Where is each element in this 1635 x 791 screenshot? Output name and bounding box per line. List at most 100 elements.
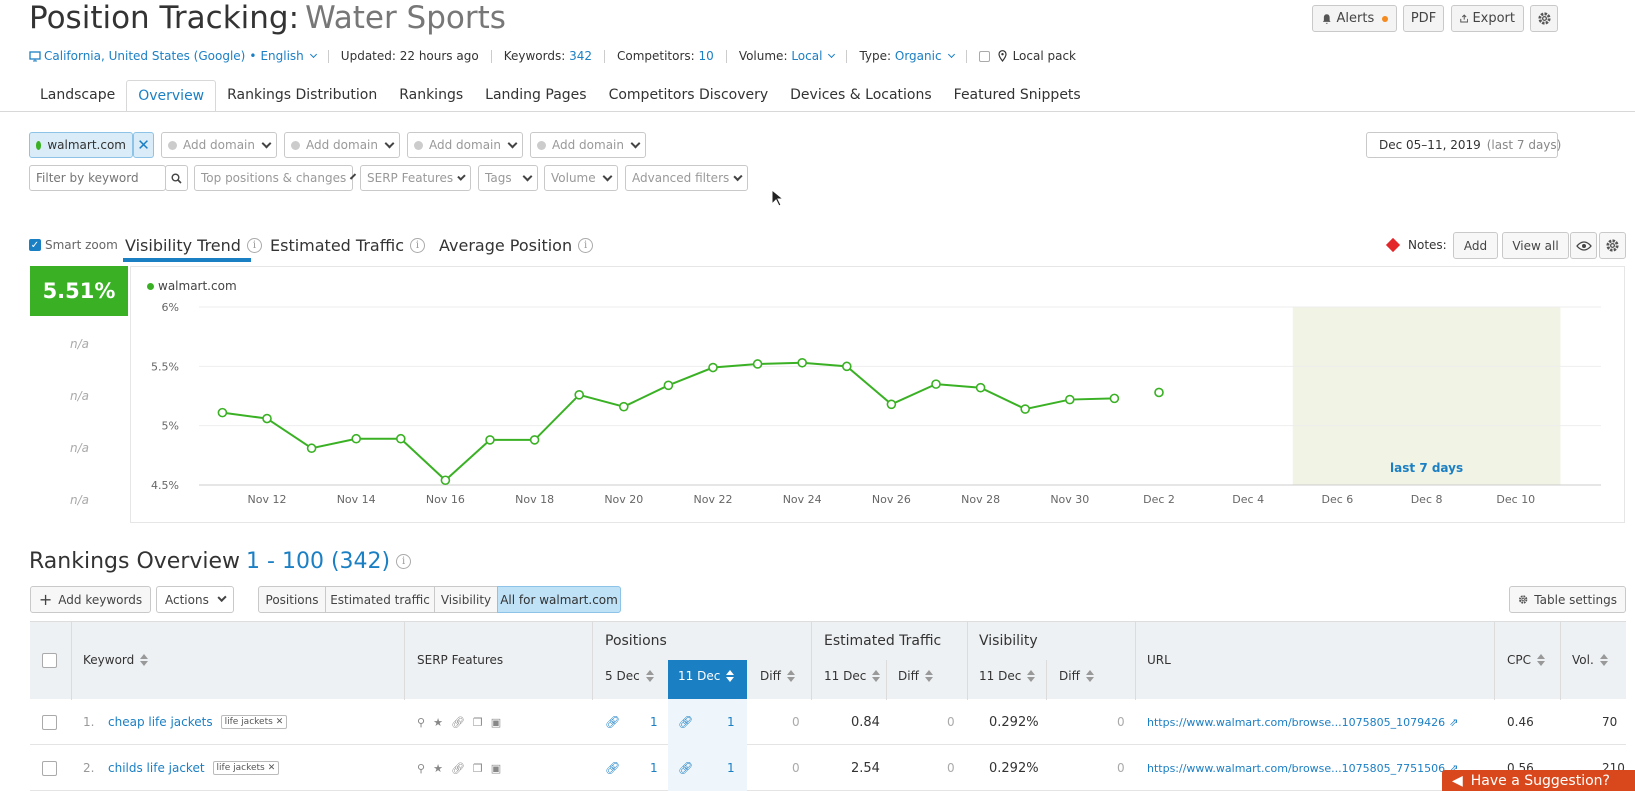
alerts-button[interactable]: Alerts [1312,5,1397,32]
column-traffic-diff[interactable]: Diff [898,669,933,683]
external-link-icon[interactable]: ⇗ [1449,716,1458,729]
settings-button[interactable] [1530,5,1558,32]
tab-rankings[interactable]: Rankings [388,80,474,112]
local-pack-checkbox[interactable] [978,50,990,62]
add-keywords-label: Add keywords [58,592,143,607]
column-vol[interactable]: Vol. [1572,653,1608,667]
star-icon: ★ [433,761,443,775]
close-icon[interactable]: ✕ [268,763,276,773]
toggle-notes-visibility-button[interactable] [1570,232,1597,259]
info-icon[interactable]: i [396,554,412,569]
select-all-checkbox[interactable] [42,653,57,668]
column-url: URL [1147,653,1171,667]
remove-domain-button[interactable]: ✕ [133,132,154,158]
keyword-tag[interactable]: life jackets ✕ [220,715,288,729]
add-keywords-button[interactable]: + Add keywords [30,586,151,613]
tab-devices-locations[interactable]: Devices & Locations [779,80,943,112]
table-settings-button[interactable]: Table settings [1509,586,1626,613]
gear-icon [1537,12,1551,25]
link-icon: 🔗︎ [450,761,465,775]
volume-label: Volume: [738,49,788,63]
tags-label: Tags [485,171,512,185]
tab-estimated-traffic[interactable]: Estimated Traffic i [270,236,425,255]
date-range-value: Dec 05–11, 2019 [1379,138,1481,152]
close-icon[interactable]: ✕ [276,717,284,727]
tab-featured-snippets[interactable]: Featured Snippets [943,80,1092,112]
chevron-down-icon [457,171,466,181]
language-selector[interactable]: English [260,49,303,63]
column-traffic-11dec[interactable]: 11 Dec [824,669,881,683]
keyword-link[interactable]: childs life jacket [108,761,205,775]
add-domain-dropdown-1[interactable]: Add domain [161,132,277,158]
view-all-notes-button[interactable]: View all [1502,232,1569,259]
info-icon[interactable]: i [409,238,425,253]
keyword-tag[interactable]: life jackets ✕ [212,761,280,775]
volume-selector[interactable]: Local [791,49,822,63]
tab-overview[interactable]: Overview [126,80,217,112]
keyword-link[interactable]: cheap life jackets [108,715,213,729]
view-positions-button[interactable]: Positions [258,586,326,613]
url-link[interactable]: https://www.walmart.com/browse...1075805… [1147,762,1445,775]
tab-rankings-distribution[interactable]: Rankings Distribution [216,80,388,112]
column-vis-11dec[interactable]: 11 Dec [979,669,1036,683]
type-selector[interactable]: Organic [895,49,942,63]
add-domain-dropdown-4[interactable]: Add domain [530,132,646,158]
actions-dropdown[interactable]: Actions [156,586,234,613]
column-pos-11dec[interactable]: 11 Dec [678,669,735,683]
title-label: Position Tracking: [29,0,300,36]
pdf-button[interactable]: PDF [1403,5,1444,32]
view-visibility-button[interactable]: Visibility [434,586,498,613]
smart-zoom-toggle[interactable]: ✓ Smart zoom [29,238,118,252]
row-number: 2. [83,761,95,775]
add-domain-dropdown-3[interactable]: Add domain [407,132,523,158]
add-note-button[interactable]: Add [1453,232,1498,259]
column-pos-diff[interactable]: Diff [760,669,795,683]
chevron-down-icon [828,50,836,58]
sort-icon [924,670,933,682]
position-5dec[interactable]: 1 [650,699,658,745]
export-button[interactable]: Export [1451,5,1524,32]
visibility-chart: walmart.com last 7 days 6% 5.5% 5% 4.5% Nov 1… [130,266,1625,523]
row-checkbox[interactable] [42,760,57,776]
tab-average-position[interactable]: Average Position i [439,236,594,255]
advanced-filters[interactable]: Advanced filters [625,165,748,191]
search-button[interactable] [165,165,188,191]
volume-filter[interactable]: Volume [544,165,618,191]
tab-visibility-trend[interactable]: Visibility Trend i [125,236,262,255]
domain-chip-walmart[interactable]: walmart.com [29,132,133,158]
tab-landscape[interactable]: Landscape [29,80,126,112]
serp-features-filter[interactable]: SERP Features [360,165,471,191]
column-pos-5dec[interactable]: 5 Dec [605,669,654,683]
column-pos-11dec-label: 11 Dec [678,669,721,683]
date-range-picker[interactable]: Dec 05–11, 2019 (last 7 days) [1366,132,1561,158]
updated-text: Updated: 22 hours ago [340,49,479,63]
suggestion-widget[interactable]: ◀ Have a Suggestion? [1442,770,1635,791]
position-11dec[interactable]: 1 [727,745,735,791]
column-keyword[interactable]: Keyword [83,653,149,667]
pin-icon [997,50,1007,62]
link-icon: 🔗︎ [605,715,621,729]
chart-settings-button[interactable] [1599,232,1626,259]
competitors-count[interactable]: 10 [699,49,714,63]
add-domain-dropdown-2[interactable]: Add domain [284,132,400,158]
position-11dec[interactable]: 1 [727,699,735,745]
smart-zoom-checkbox[interactable]: ✓ [29,239,41,251]
row-checkbox[interactable] [42,714,57,730]
sort-icon [1537,654,1545,666]
keyword-filter-input[interactable] [29,165,166,191]
view-estimated-traffic-button[interactable]: Estimated traffic [325,586,435,613]
tags-filter[interactable]: Tags [478,165,538,191]
info-icon[interactable]: i [246,238,262,253]
tab-competitors-discovery[interactable]: Competitors Discovery [598,80,780,112]
info-icon[interactable]: i [578,238,594,253]
view-all-walmart-button[interactable]: All for walmart.com [497,586,621,613]
column-vis-diff[interactable]: Diff [1059,669,1094,683]
advanced-filters-label: Advanced filters [632,171,730,185]
top-positions-filter[interactable]: Top positions & changes [194,165,357,191]
url-link[interactable]: https://www.walmart.com/browse...1075805… [1147,716,1445,729]
column-cpc[interactable]: CPC [1507,653,1545,667]
position-5dec[interactable]: 1 [650,745,658,791]
location-selector[interactable]: California, United States (Google) [44,49,245,63]
tab-landing-pages[interactable]: Landing Pages [474,80,597,112]
keywords-count[interactable]: 342 [569,49,592,63]
